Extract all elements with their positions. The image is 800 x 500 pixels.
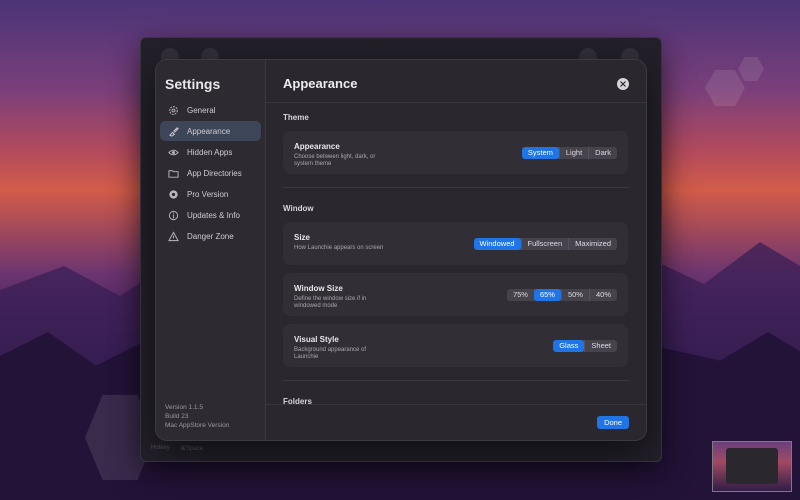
sidebar-item-label: Updates & Info: [187, 210, 240, 220]
setting-title: Appearance: [294, 142, 340, 151]
build-number: Build 23: [165, 413, 189, 420]
size-segmented-control: Windowed Fullscreen Maximized: [473, 238, 617, 250]
settings-sidebar: Settings General Appearance Hidden Apps: [156, 60, 266, 440]
sidebar-item-app-directories[interactable]: App Directories: [160, 163, 261, 183]
section-divider: [283, 187, 629, 188]
setting-description: Define the window size if in windowed mo…: [294, 296, 367, 309]
sidebar-nav: General Appearance Hidden Apps App Direc…: [160, 100, 261, 247]
sidebar-item-label: General: [187, 105, 216, 115]
setting-description: Background appearance of Launchie: [294, 347, 367, 360]
thumbnail-preview: [726, 448, 778, 484]
sidebar-item-pro-version[interactable]: Pro Version: [160, 184, 261, 204]
hotkey-hint: Hotkey: [151, 445, 170, 451]
version-info: Version 1.1.5 Build 23 Mac AppStore Vers…: [165, 403, 229, 430]
sidebar-title: Settings: [165, 76, 221, 92]
window-size-option-65[interactable]: 65%: [533, 289, 561, 301]
page-title: Appearance: [283, 76, 358, 91]
theme-option-system[interactable]: System: [521, 147, 559, 159]
settings-modal: Settings General Appearance Hidden Apps: [155, 59, 647, 441]
settings-footer: Done: [266, 404, 646, 440]
setting-row-visual-style: Visual Style Background appearance of La…: [283, 324, 628, 367]
setting-title: Window Size: [294, 284, 343, 293]
setting-row-size: Size How Launchie appears on screen Wind…: [283, 222, 628, 265]
sidebar-item-label: Danger Zone: [187, 231, 234, 241]
window-size-option-50[interactable]: 50%: [560, 289, 589, 301]
sidebar-item-danger-zone[interactable]: Danger Zone: [160, 226, 261, 246]
section-title-theme: Theme: [283, 113, 309, 122]
window-size-option-75[interactable]: 75%: [507, 289, 534, 301]
wallpaper-hexagon: [705, 70, 745, 106]
setting-title: Visual Style: [294, 335, 339, 344]
sidebar-item-general[interactable]: General: [160, 100, 261, 120]
size-option-fullscreen[interactable]: Fullscreen: [520, 238, 569, 250]
sidebar-item-appearance[interactable]: Appearance: [160, 121, 261, 141]
distribution-channel: Mac AppStore Version: [165, 422, 230, 429]
theme-option-light[interactable]: Light: [558, 147, 588, 159]
theme-option-dark[interactable]: Dark: [588, 147, 617, 159]
hotkey-combo: ⌘Space: [180, 446, 204, 452]
done-button[interactable]: Done: [597, 416, 629, 429]
info-icon: [168, 210, 179, 221]
screenshot-thumbnail[interactable]: [712, 441, 792, 492]
pro-badge-icon: [168, 189, 179, 200]
settings-scroll-area[interactable]: Theme Appearance Choose between light, d…: [266, 103, 646, 405]
sidebar-item-label: App Directories: [187, 168, 242, 178]
size-option-windowed[interactable]: Windowed: [473, 238, 521, 250]
window-size-segmented-control: 75% 65% 50% 40%: [506, 289, 617, 301]
setting-description: Choose between light, dark, or system th…: [294, 154, 376, 167]
close-button[interactable]: [617, 78, 629, 90]
settings-content: Appearance Theme Appearance Choose betwe…: [266, 60, 646, 440]
visual-style-segmented-control: Glass Sheet: [553, 340, 617, 352]
warning-icon: [168, 230, 179, 242]
close-icon: [620, 81, 626, 87]
window-size-option-40[interactable]: 40%: [588, 289, 617, 301]
visual-style-option-sheet[interactable]: Sheet: [584, 340, 617, 352]
section-title-window: Window: [283, 204, 314, 213]
setting-row-appearance: Appearance Choose between light, dark, o…: [283, 131, 628, 174]
sidebar-item-label: Appearance: [187, 126, 231, 136]
visual-style-option-glass[interactable]: Glass: [553, 340, 585, 352]
wallpaper-hexagon: [738, 57, 764, 81]
brush-icon: [168, 126, 179, 137]
version-number: Version 1.1.5: [165, 404, 203, 411]
section-divider: [283, 380, 629, 381]
folder-icon: [168, 168, 179, 179]
setting-row-window-size: Window Size Define the window size if in…: [283, 273, 628, 316]
setting-title: Size: [294, 233, 311, 242]
sidebar-item-label: Hidden Apps: [187, 147, 233, 157]
gear-icon: [168, 105, 179, 116]
setting-description: How Launchie appears on screen: [294, 245, 384, 251]
sidebar-item-hidden-apps[interactable]: Hidden Apps: [160, 142, 261, 162]
sidebar-item-updates-info[interactable]: Updates & Info: [160, 205, 261, 225]
theme-segmented-control: System Light Dark: [521, 147, 617, 159]
eye-icon: [168, 147, 179, 158]
sidebar-item-label: Pro Version: [187, 189, 229, 199]
size-option-maximized[interactable]: Maximized: [568, 238, 617, 250]
